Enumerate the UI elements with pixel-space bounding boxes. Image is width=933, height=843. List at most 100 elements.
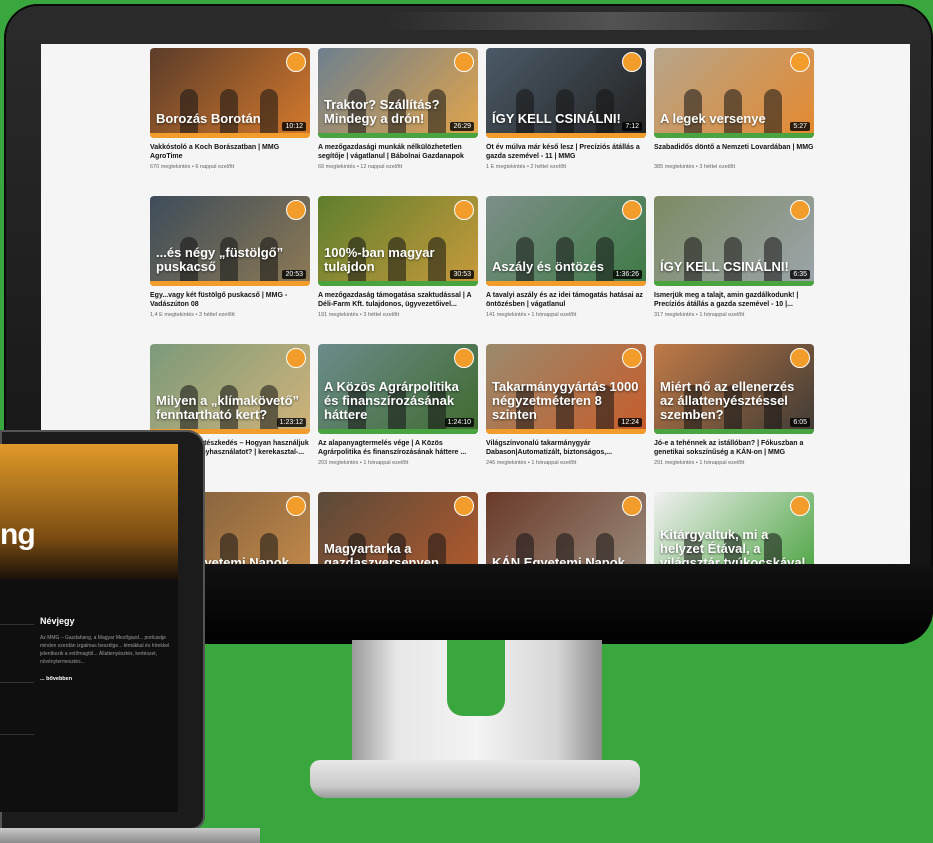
watch-progress-bar xyxy=(654,133,814,138)
video-meta: 291 megtekintés • 1 hónappal ezelőtt xyxy=(654,460,745,466)
watch-progress-bar xyxy=(318,281,478,286)
channel-logo-icon xyxy=(454,496,474,516)
duration-badge: 1:36:26 xyxy=(612,270,642,279)
video-meta: 670 megtekintés • 6 nappal ezelőtt xyxy=(150,164,235,170)
video-title[interactable]: A mezőgazdasági munkák nélkülözhetetlen … xyxy=(318,143,478,161)
channel-logo-icon xyxy=(622,496,642,516)
video-thumbnail[interactable]: Kitárgyaltuk, mi a helyzet Étával, a vil… xyxy=(654,492,814,564)
laptop-screen: ng Névjegy Az MMG – Gazdahang, a Magyar … xyxy=(0,444,178,812)
video-thumbnail[interactable]: Takarmánygyártás 1000 négyzetméteren 8 s… xyxy=(486,344,646,434)
video-thumbnail[interactable]: Miért nő az ellenerzés az állattenyészté… xyxy=(654,344,814,434)
channel-logo-icon xyxy=(622,52,642,72)
video-card[interactable]: Borozás Borotán 10:12 Vakkóstoló a Koch Bo… xyxy=(150,48,310,196)
video-title[interactable]: A mezőgazdaság támogatása szaktudással |… xyxy=(318,291,478,309)
video-title[interactable]: Szabadidős döntő a Nemzeti Lovardában | … xyxy=(654,143,814,161)
video-title[interactable]: Öt év múlva már késő lesz | Precíziós át… xyxy=(486,143,646,161)
video-thumbnail[interactable]: Traktor? Szállítás? Mindegy a drón! 26:29 xyxy=(318,48,478,138)
show-more-link[interactable]: ... bővebben xyxy=(40,676,72,682)
banner-title: ng xyxy=(0,518,36,551)
channel-banner: ng xyxy=(0,444,178,579)
duration-badge: 30:53 xyxy=(450,270,474,279)
laptop: ng Névjegy Az MMG – Gazdahang, a Magyar … xyxy=(0,430,205,830)
video-title[interactable]: Vakkóstoló a Koch Borászatban | MMG Agro… xyxy=(150,143,310,161)
video-title[interactable]: Egy...vagy két füstölgő puskacső | MMG -… xyxy=(150,291,310,309)
video-card[interactable]: Miért nő az ellenerzés az állattenyészté… xyxy=(654,344,814,492)
sidebar-divider xyxy=(0,734,34,735)
video-title[interactable]: Jó-e a tehénnek az istállóban? | Fókuszb… xyxy=(654,439,814,457)
video-card[interactable]: A Közös Agrárpolitika és finanszírozásán… xyxy=(318,344,478,492)
thumbnail-caption: Magyartarka a gazdaszversenyen xyxy=(324,541,439,565)
channel-logo-icon xyxy=(454,52,474,72)
video-meta: 246 megtekintés • 1 hónappal ezelőtt xyxy=(486,460,577,466)
video-title[interactable]: Az alapanyagtermelés vége | A Közös Agrá… xyxy=(318,439,478,457)
video-card[interactable]: KÁN Egyetemi Napok xyxy=(486,492,646,564)
channel-logo-icon xyxy=(286,348,306,368)
duration-badge: 20:53 xyxy=(282,270,306,279)
video-meta: 203 megtekintés • 1 hónappal ezelőtt xyxy=(318,460,409,466)
video-card[interactable]: Takarmánygyártás 1000 négyzetméteren 8 s… xyxy=(486,344,646,492)
video-meta: 141 megtekintés • 1 hónappal ezelőtt xyxy=(486,312,577,318)
watch-progress-bar xyxy=(654,281,814,286)
sidebar-divider xyxy=(0,682,34,683)
channel-logo-icon xyxy=(790,348,810,368)
channel-logo-icon xyxy=(454,200,474,220)
video-thumbnail[interactable]: ÍGY KELL CSINÁLNI! 6:35 xyxy=(654,196,814,286)
watch-progress-bar xyxy=(486,133,646,138)
channel-logo-icon xyxy=(454,348,474,368)
video-card[interactable]: 100%-ban magyar tulajdon 30:53 A mezőgazda… xyxy=(318,196,478,344)
video-card[interactable]: A legek versenye 5:27 Szabadidős döntő a N… xyxy=(654,48,814,196)
watch-progress-bar xyxy=(318,429,478,434)
duration-badge: 6:35 xyxy=(790,270,810,279)
channel-logo-icon xyxy=(790,200,810,220)
watch-progress-bar xyxy=(486,429,646,434)
video-meta: 191 megtekintés • 3 héttel ezelőtt xyxy=(318,312,400,318)
watch-progress-bar xyxy=(150,281,310,286)
video-thumbnail[interactable]: Aszály és öntözés 1:36:26 xyxy=(486,196,646,286)
thumbnail-caption: Kitárgyaltuk, mi a helyzet Étával, a vil… xyxy=(660,527,806,565)
channel-logo-icon xyxy=(286,200,306,220)
duration-badge: 1:24:10 xyxy=(444,418,474,427)
video-thumbnail[interactable]: ÍGY KELL CSINÁLNI! 7:12 xyxy=(486,48,646,138)
video-card[interactable]: Magyartarka a gazdaszversenyen xyxy=(318,492,478,564)
video-card[interactable]: ÍGY KELL CSINÁLNI! 6:35 Ismerjük meg a tal… xyxy=(654,196,814,344)
monitor-stand-base xyxy=(310,760,640,798)
watch-progress-bar xyxy=(150,133,310,138)
thumbnail-figure xyxy=(764,89,782,133)
thumbnail-caption: ÍGY KELL CSINÁLNI! xyxy=(492,111,621,126)
video-card[interactable]: Aszály és öntözés 1:36:26 A tavalyi aszály… xyxy=(486,196,646,344)
video-meta: 1,4 E megtekintés • 3 héttel ezelőtt xyxy=(150,312,235,318)
thumbnail-caption: KÁN Egyetemi Napok xyxy=(492,555,625,565)
channel-logo-icon xyxy=(790,52,810,72)
duration-badge: 1:23:12 xyxy=(276,418,306,427)
video-thumbnail[interactable]: 100%-ban magyar tulajdon 30:53 xyxy=(318,196,478,286)
channel-logo-icon xyxy=(622,348,642,368)
video-thumbnail[interactable]: Milyen a „klímakövető” fenntartható kert… xyxy=(150,344,310,434)
duration-badge: 12:24 xyxy=(618,418,642,427)
video-title[interactable]: A tavalyi aszály és az idei támogatás ha… xyxy=(486,291,646,309)
thumbnail-caption: Takarmánygyártás 1000 négyzetméteren 8 s… xyxy=(492,379,639,422)
video-card[interactable]: Kitárgyaltuk, mi a helyzet Étával, a vil… xyxy=(654,492,814,564)
video-thumbnail[interactable]: A Közös Agrárpolitika és finanszírozásán… xyxy=(318,344,478,434)
watch-progress-bar xyxy=(654,429,814,434)
video-meta: 69 megtekintés • 12 nappal ezelőtt xyxy=(318,164,403,170)
video-thumbnail[interactable]: Magyartarka a gazdaszversenyen xyxy=(318,492,478,564)
video-thumbnail[interactable]: A legek versenye 5:27 xyxy=(654,48,814,138)
video-grid: Borozás Borotán 10:12 Vakkóstoló a Koch Bo… xyxy=(150,48,814,564)
thumbnail-caption: Miért nő az ellenerzés az állattenyészté… xyxy=(660,379,795,422)
thumbnail-caption: ÍGY KELL CSINÁLNI! xyxy=(660,259,789,274)
video-thumbnail[interactable]: KÁN Egyetemi Napok xyxy=(486,492,646,564)
video-card[interactable]: ...és négy „füstölgő” puskacső 20:53 Egy..… xyxy=(150,196,310,344)
channel-logo-icon xyxy=(286,496,306,516)
video-title[interactable]: Ismerjük meg a talajt, amin gazdálkodunk… xyxy=(654,291,814,309)
duration-badge: 10:12 xyxy=(282,122,306,131)
monitor-reflection xyxy=(384,12,844,30)
video-thumbnail[interactable]: ...és négy „füstölgő” puskacső 20:53 xyxy=(150,196,310,286)
video-card[interactable]: Traktor? Szállítás? Mindegy a drón! 26:29… xyxy=(318,48,478,196)
channel-logo-icon xyxy=(790,496,810,516)
video-meta: 1 E megtekintés • 2 héttel ezelőtt xyxy=(486,164,567,170)
video-card[interactable]: ÍGY KELL CSINÁLNI! 7:12 Öt év múlva már ké… xyxy=(486,48,646,196)
sidebar-divider xyxy=(0,624,34,625)
video-thumbnail[interactable]: Borozás Borotán 10:12 xyxy=(150,48,310,138)
video-title[interactable]: Világszínvonalú takarmánygyár Dabason|Au… xyxy=(486,439,646,457)
watch-progress-bar xyxy=(486,281,646,286)
